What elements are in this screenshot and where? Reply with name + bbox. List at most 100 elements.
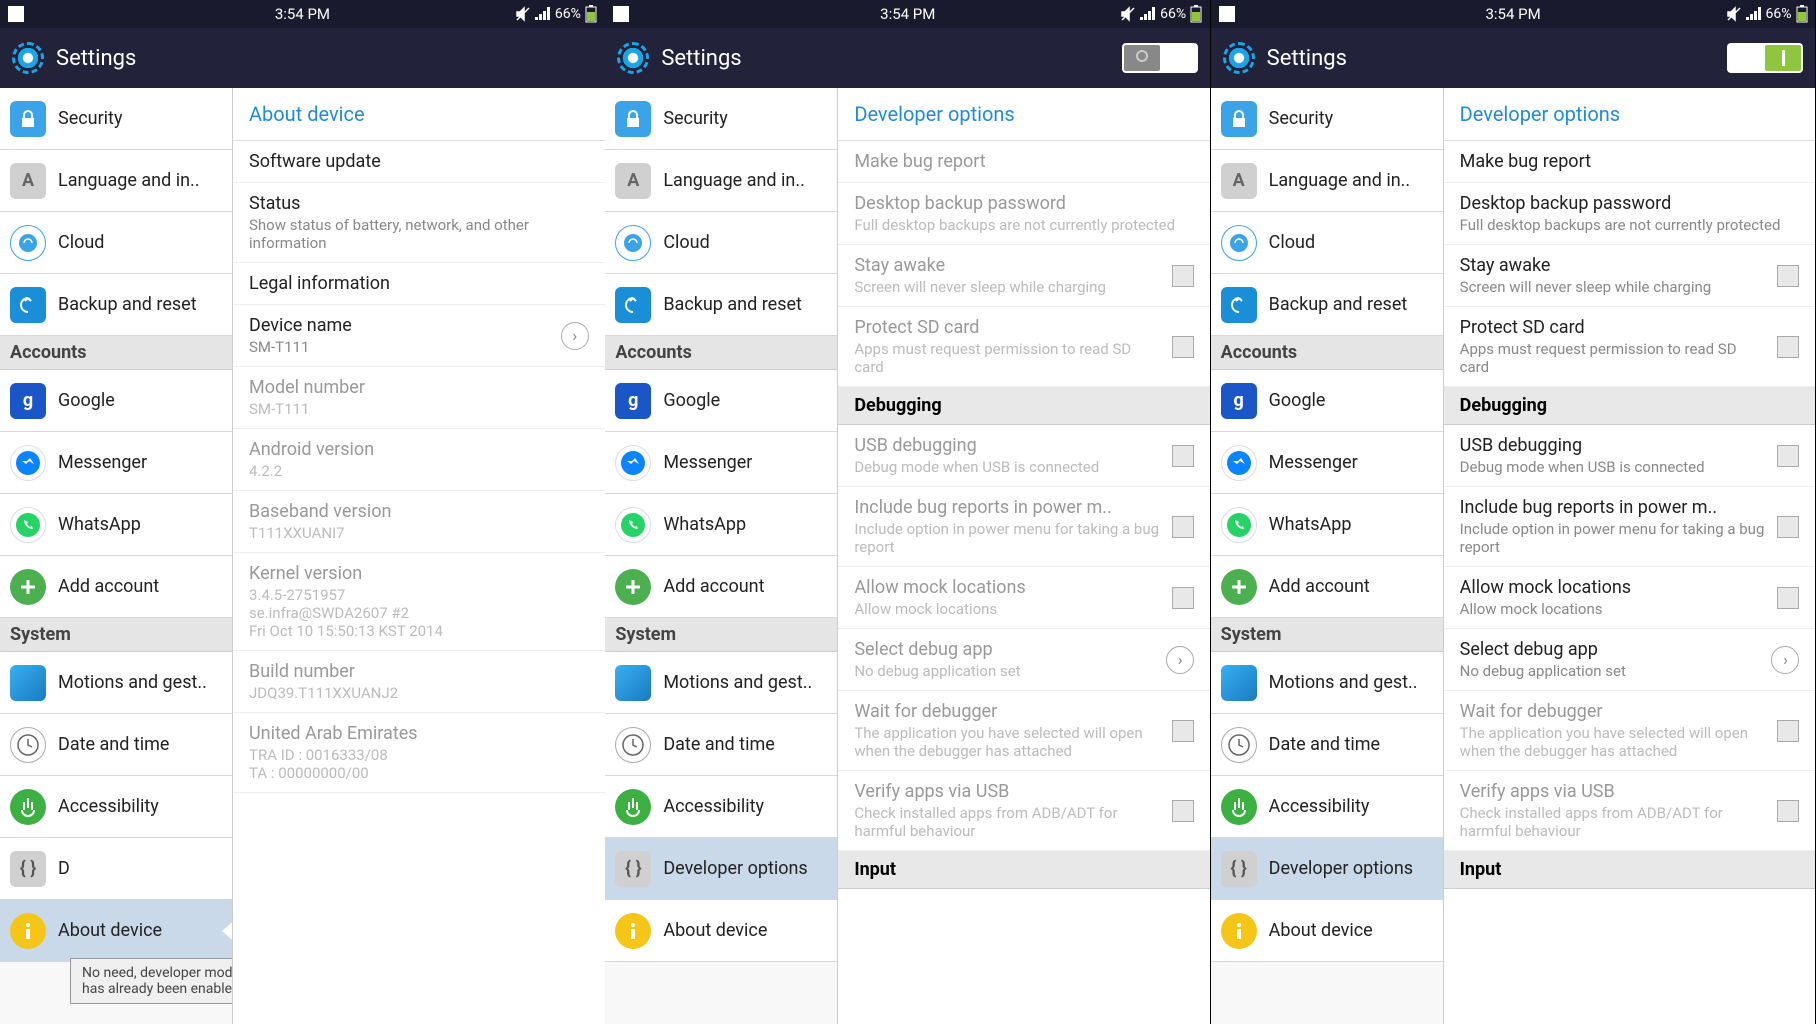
sidebar-item-cloud[interactable]: Cloud: [1211, 212, 1443, 274]
sidebar-item-label: D: [58, 858, 70, 879]
dev-row: Verify apps via USBCheck installed apps …: [838, 771, 1210, 851]
sidebar-item-google[interactable]: gGoogle: [605, 370, 837, 432]
section-system: System: [0, 618, 232, 652]
settings-gear-icon: [617, 42, 649, 74]
google-icon: g: [1221, 383, 1257, 419]
sidebar-item-language-and-in-[interactable]: ALanguage and in..: [1211, 150, 1443, 212]
sidebar-item-add-account[interactable]: Add account: [0, 556, 232, 618]
sidebar-item-language[interactable]: ALanguage and in..: [0, 150, 232, 212]
sidebar-item-whatsapp[interactable]: WhatsApp: [0, 494, 232, 556]
clock-icon: [10, 727, 46, 763]
sidebar-item-backup[interactable]: Backup and reset: [0, 274, 232, 336]
sidebar-item-date-and-time[interactable]: Date and time: [1211, 714, 1443, 776]
developer-options-panel[interactable]: Developer options Make bug reportDesktop…: [1443, 88, 1816, 1024]
checkbox: [1172, 720, 1194, 742]
about-row[interactable]: Software update: [233, 141, 605, 183]
settings-header: Settings: [1211, 28, 1816, 88]
settings-sidebar[interactable]: SecurityALanguage and in..CloudBackup an…: [605, 88, 837, 1024]
dev-row[interactable]: Stay awakeScreen will never sleep while …: [1444, 245, 1816, 307]
sidebar-item-date-and-time[interactable]: Date and time: [605, 714, 837, 776]
dev-row[interactable]: Allow mock locations Allow mock locations: [1444, 567, 1816, 629]
about-row[interactable]: Device nameSM-T111›: [233, 305, 605, 367]
sidebar-item-developer-options[interactable]: { }Developer options: [1211, 838, 1443, 900]
dev-row[interactable]: Make bug report: [1444, 141, 1816, 183]
row-subtitle: The application you have selected will o…: [1460, 724, 1770, 760]
backup-icon: [1221, 287, 1257, 323]
sidebar-item-security[interactable]: Security: [1211, 88, 1443, 150]
dev-row: Protect SD cardApps must request permiss…: [838, 307, 1210, 387]
about-row[interactable]: StatusShow status of battery, network, a…: [233, 183, 605, 263]
sidebar-item-language-and-in-[interactable]: ALanguage and in..: [605, 150, 837, 212]
checkbox[interactable]: [1777, 516, 1799, 538]
checkbox: [1172, 445, 1194, 467]
sidebar-item-accessibility[interactable]: Accessibility: [1211, 776, 1443, 838]
checkbox[interactable]: [1777, 336, 1799, 358]
sidebar-item-add-account[interactable]: Add account: [1211, 556, 1443, 618]
developer-options-panel[interactable]: Developer options Make bug reportDesktop…: [837, 88, 1210, 1024]
sidebar-item-security[interactable]: Security: [605, 88, 837, 150]
about-row: Baseband versionT111XXUANI7: [233, 491, 605, 553]
row-title: Desktop backup password: [854, 193, 1194, 214]
row-title: Allow mock locations: [1460, 577, 1770, 598]
sidebar-item-messenger[interactable]: Messenger: [0, 432, 232, 494]
panel-title: Developer options: [838, 88, 1210, 141]
checkbox[interactable]: [1777, 587, 1799, 609]
sidebar-item-about[interactable]: About device: [0, 900, 232, 962]
row-subtitle: T111XXUANI7: [249, 524, 589, 542]
sidebar-item-backup-and-reset[interactable]: Backup and reset: [1211, 274, 1443, 336]
dev-row[interactable]: Protect SD cardApps must request permiss…: [1444, 307, 1816, 387]
messenger-icon: [10, 445, 46, 481]
sidebar-item-label: Motions and gest..: [663, 672, 812, 693]
sidebar-item-about-device[interactable]: About device: [605, 900, 837, 962]
chevron-right-icon: ›: [1166, 646, 1194, 674]
sidebar-item-motions[interactable]: Motions and gest..: [0, 652, 232, 714]
sidebar-item-label: Security: [1269, 108, 1333, 129]
sidebar-item-security[interactable]: Security: [0, 88, 232, 150]
checkbox[interactable]: [1777, 445, 1799, 467]
checkbox[interactable]: [1777, 265, 1799, 287]
whatsapp-icon: [1221, 507, 1257, 543]
sidebar-item-whatsapp[interactable]: WhatsApp: [605, 494, 837, 556]
about-row: Android version4.2.2: [233, 429, 605, 491]
mute-icon: [515, 6, 531, 22]
sidebar-item-backup-and-reset[interactable]: Backup and reset: [605, 274, 837, 336]
row-title: Kernel version: [249, 563, 589, 584]
dev-row[interactable]: USB debuggingDebug mode when USB is conn…: [1444, 425, 1816, 487]
row-title: Legal information: [249, 273, 589, 294]
sidebar-item-datetime[interactable]: Date and time: [0, 714, 232, 776]
sidebar-item-label: Messenger: [663, 452, 752, 473]
sidebar-item-developer-options[interactable]: { }Developer options: [605, 838, 837, 900]
dev-options-toggle[interactable]: [1727, 43, 1803, 73]
sidebar-item-developer[interactable]: { }D: [0, 838, 232, 900]
about-row[interactable]: Legal information: [233, 263, 605, 305]
about-device-panel[interactable]: About device Software updateStatusShow s…: [232, 88, 605, 1024]
sidebar-item-accessibility[interactable]: Accessibility: [0, 776, 232, 838]
dev-row: Include bug reports in power m..Include …: [838, 487, 1210, 567]
row-title: Stay awake: [1460, 255, 1770, 276]
sidebar-item-whatsapp[interactable]: WhatsApp: [1211, 494, 1443, 556]
hand-icon: [10, 789, 46, 825]
row-subtitle: No debug application set: [1460, 662, 1772, 680]
lock-icon: [1221, 101, 1257, 137]
sidebar-item-cloud[interactable]: Cloud: [605, 212, 837, 274]
screen-3-dev-options-on: 3:54 PM 66% Settings SecurityALanguage a…: [1211, 0, 1816, 1024]
sidebar-item-cloud[interactable]: Cloud: [0, 212, 232, 274]
sidebar-item-label: Add account: [663, 576, 764, 597]
dev-options-toggle[interactable]: [1122, 43, 1198, 73]
sidebar-item-motions-and-gest-[interactable]: Motions and gest..: [1211, 652, 1443, 714]
dev-row[interactable]: Desktop backup passwordFull desktop back…: [1444, 183, 1816, 245]
settings-sidebar[interactable]: Security ALanguage and in..CloudBackup an…: [1211, 88, 1443, 1024]
sidebar-item-google[interactable]: gGoogle: [0, 370, 232, 432]
sidebar-item-label: Accessibility: [663, 796, 764, 817]
dev-row[interactable]: Select debug appNo debug application set…: [1444, 629, 1816, 691]
dev-row[interactable]: Include bug reports in power m..Include …: [1444, 487, 1816, 567]
row-subtitle: Allow mock locations: [1460, 600, 1770, 618]
sidebar-item-motions-and-gest-[interactable]: Motions and gest..: [605, 652, 837, 714]
settings-sidebar[interactable]: Security ALanguage and in.. Cloud Backup…: [0, 88, 232, 1024]
sidebar-item-add-account[interactable]: Add account: [605, 556, 837, 618]
sidebar-item-accessibility[interactable]: Accessibility: [605, 776, 837, 838]
sidebar-item-messenger[interactable]: Messenger: [605, 432, 837, 494]
sidebar-item-about-device[interactable]: About device: [1211, 900, 1443, 962]
sidebar-item-google[interactable]: gGoogle: [1211, 370, 1443, 432]
sidebar-item-messenger[interactable]: Messenger: [1211, 432, 1443, 494]
